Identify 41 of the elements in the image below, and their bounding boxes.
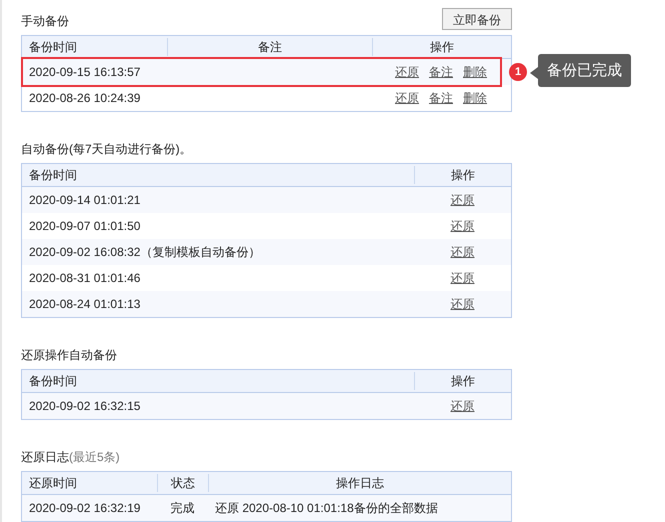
backup-time: 2020-09-07 01:01:50 [29,219,140,233]
section-title: 自动备份(每7天自动进行备份)。 [21,141,192,158]
action-link[interactable]: 还原 [450,398,474,414]
column-header: 操作 [414,166,511,184]
tooltip: 备份已完成 [538,54,631,87]
action-link[interactable]: 删除 [463,64,487,80]
backup-time: 2020-09-02 16:08:32（复制模板自动备份） [29,244,260,258]
column-header: 备份时间 [28,167,78,184]
column-header: 操作 [414,372,511,390]
backup-now-button[interactable]: 立即备份 [442,8,512,30]
step-badge: 1 [509,63,527,81]
action-link[interactable]: 还原 [450,192,474,208]
action-link[interactable]: 备注 [429,64,453,80]
backup-time: 2020-08-24 01:01:13 [29,297,140,311]
backup-time: 2020-09-14 01:01:21 [29,193,140,207]
column-header: 状态 [157,474,208,492]
backup-time: 2020-09-02 16:32:19 [29,501,140,515]
action-link[interactable]: 还原 [450,296,474,312]
backup-time: 2020-09-15 16:13:57 [29,65,140,79]
action-link[interactable]: 还原 [450,270,474,286]
column-header: 备份时间 [28,39,78,56]
status-text: 完成 [170,500,194,514]
action-link[interactable]: 还原 [395,90,419,106]
column-header: 备注 [167,38,372,56]
column-header: 操作日志 [208,474,511,492]
action-link[interactable]: 还原 [450,218,474,234]
action-link[interactable]: 还原 [395,64,419,80]
backup-time: 2020-08-26 10:24:39 [29,91,140,105]
column-header: 备份时间 [28,373,78,390]
column-header: 还原时间 [28,475,78,492]
action-link[interactable]: 删除 [463,90,487,106]
action-link[interactable]: 还原 [450,244,474,260]
action-link[interactable]: 备注 [429,90,453,106]
backup-time: 2020-08-31 01:01:46 [29,271,140,285]
column-header: 操作 [372,38,511,56]
section-title: 还原操作自动备份 [21,347,117,364]
log-text: 还原 2020-08-10 01:01:18备份的全部数据 [215,500,438,514]
section-title: 手动备份 [21,13,69,30]
section-title: 还原日志 [21,449,69,466]
section-note: (最近5条) [69,449,120,466]
backup-time: 2020-09-02 16:32:15 [29,399,140,413]
